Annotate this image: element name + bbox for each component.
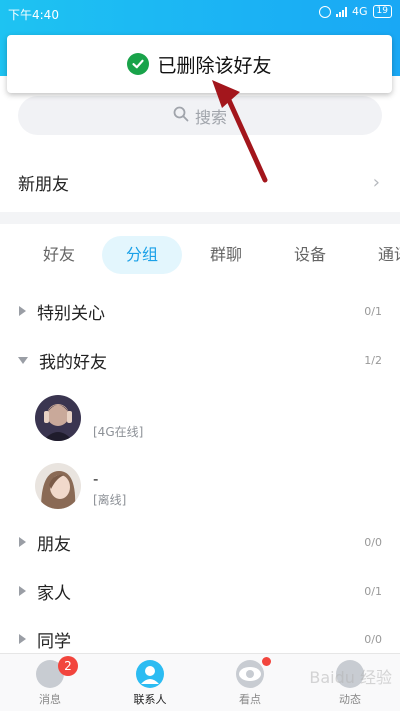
search-input[interactable]: 搜索 <box>18 96 382 135</box>
group-name: 特别关心 <box>37 303 105 324</box>
group-count: 0/1 <box>364 584 382 598</box>
group-count: 0/0 <box>364 632 382 646</box>
expand-arrow-icon <box>19 306 26 316</box>
friend-list-item[interactable]: [4G在线] <box>0 390 400 446</box>
group-row-family[interactable]: 家人 0/1 <box>0 573 400 609</box>
status-time: 下午4:40 <box>8 8 59 22</box>
person-icon <box>136 660 164 688</box>
friend-list-item[interactable]: - [离线] <box>0 458 400 514</box>
collapse-arrow-icon <box>18 356 28 364</box>
toast-notification: 已删除该好友 <box>7 35 392 93</box>
search-placeholder: 搜索 <box>194 107 227 127</box>
battery-icon: 19 <box>372 5 392 18</box>
network-type: 4G <box>352 5 368 18</box>
group-name: 朋友 <box>37 534 71 555</box>
group-name: 我的好友 <box>39 352 107 373</box>
group-row-classmates[interactable]: 同学 0/0 <box>0 621 400 657</box>
nav-discover[interactable]: 看点 <box>200 654 300 711</box>
contact-tabs: 好友 分组 群聊 设备 通讯 <box>0 236 400 276</box>
tab-address-book[interactable]: 通讯 <box>362 236 400 274</box>
avatar[interactable] <box>35 395 81 441</box>
expand-arrow-icon <box>19 634 26 644</box>
eye-icon <box>236 660 264 688</box>
nav-label: 看点 <box>239 693 261 706</box>
friend-status: [离线] <box>93 493 127 507</box>
friend-status: [4G在线] <box>93 425 144 439</box>
new-friends-row[interactable]: 新朋友 › <box>0 156 400 208</box>
nav-label: 消息 <box>39 693 61 706</box>
group-row-my-friends[interactable]: 我的好友 1/2 <box>0 342 400 378</box>
unread-badge: 2 <box>58 656 78 676</box>
watermark: Baidu 经验 <box>309 668 392 687</box>
nav-label: 联系人 <box>133 693 167 706</box>
new-friends-label: 新朋友 <box>18 174 69 195</box>
group-name: 家人 <box>37 583 71 604</box>
group-count: 1/2 <box>364 353 382 367</box>
group-count: 0/0 <box>364 535 382 549</box>
expand-arrow-icon <box>19 586 26 596</box>
toast-message: 已删除该好友 <box>157 54 272 77</box>
friend-name: - <box>93 470 99 488</box>
status-bar: 下午4:40 4G 19 <box>0 0 400 28</box>
tab-group-chats[interactable]: 群聊 <box>194 236 258 274</box>
signal-icon <box>336 6 348 17</box>
tab-groups[interactable]: 分组 <box>102 236 182 274</box>
alarm-icon <box>319 5 332 18</box>
check-circle-icon <box>127 53 150 75</box>
tab-friends[interactable]: 好友 <box>28 236 90 274</box>
new-content-dot <box>262 657 271 666</box>
group-count: 0/1 <box>364 304 382 318</box>
chevron-right-icon: › <box>372 171 380 193</box>
group-name: 同学 <box>37 631 71 652</box>
section-divider <box>0 212 400 224</box>
tab-devices[interactable]: 设备 <box>278 236 342 274</box>
group-row-special[interactable]: 特别关心 0/1 <box>0 293 400 329</box>
status-indicators: 4G 19 <box>319 5 392 18</box>
expand-arrow-icon <box>19 537 26 547</box>
nav-messages[interactable]: 2 消息 <box>0 654 100 711</box>
group-row-friends[interactable]: 朋友 0/0 <box>0 524 400 560</box>
nav-contacts[interactable]: 联系人 <box>100 654 200 711</box>
search-icon <box>173 106 189 126</box>
avatar[interactable] <box>35 463 81 509</box>
nav-label: 动态 <box>339 693 361 706</box>
